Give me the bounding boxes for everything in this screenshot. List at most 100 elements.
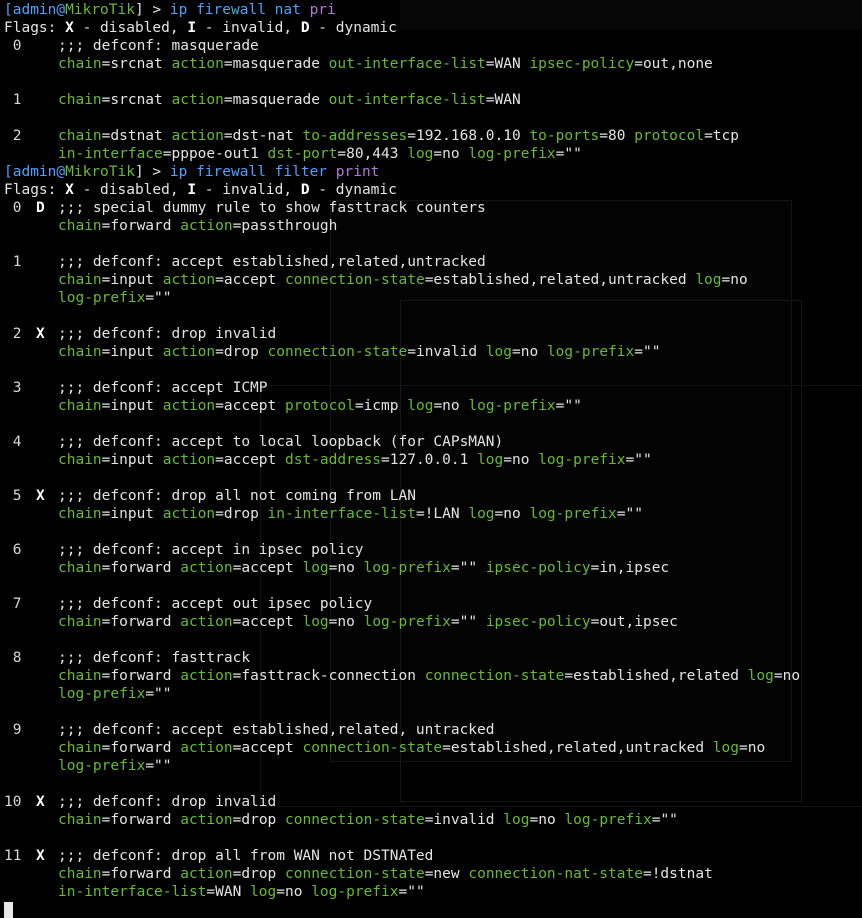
property-value: =accept bbox=[232, 740, 303, 756]
rule-text: chain=input action=accept dst-address=12… bbox=[58, 451, 652, 469]
property-key: in-interface-list bbox=[58, 884, 207, 900]
property-key: log bbox=[407, 146, 434, 162]
property-key: chain bbox=[58, 740, 102, 756]
property-value: ="" bbox=[555, 398, 582, 414]
flags-legend-d-text: - dynamic bbox=[309, 182, 397, 198]
property-value: =masquerade bbox=[223, 56, 329, 72]
property-key: out-interface-list bbox=[328, 56, 486, 72]
property-key: chain bbox=[58, 506, 102, 522]
property-value: =no bbox=[773, 668, 801, 684]
rule-comment: ;;; defconf: masquerade bbox=[58, 38, 259, 54]
rule-text: log-prefix="" bbox=[58, 757, 172, 775]
property-value: =192.168.0.10 bbox=[407, 128, 530, 144]
rule-flag: X bbox=[36, 848, 45, 864]
property-key: connection-nat-state bbox=[468, 866, 643, 882]
rule-text: chain=srcnat action=masquerade out-inter… bbox=[58, 55, 713, 73]
rule-text: chain=input action=accept protocol=icmp … bbox=[58, 397, 582, 415]
property-key: protocol bbox=[634, 128, 705, 144]
rule-text: chain=forward action=passthrough bbox=[58, 217, 337, 235]
rule-text: ;;; special dummy rule to show fasttrack… bbox=[58, 199, 486, 217]
property-value: =established,related,untracked bbox=[424, 272, 696, 288]
prompt-host: MikroTik bbox=[65, 164, 135, 180]
rule-number: 0 bbox=[4, 38, 22, 54]
property-value: =forward bbox=[101, 614, 181, 630]
property-key: connection-state bbox=[285, 812, 425, 828]
property-value: ="" bbox=[634, 344, 661, 360]
rule-text: ;;; defconf: accept established,related,… bbox=[58, 253, 486, 271]
flags-legend-prefix: Flags: bbox=[4, 20, 66, 36]
property-value: =srcnat bbox=[101, 92, 172, 108]
text-cursor bbox=[4, 902, 13, 918]
flags-legend-x-text: - disabled, bbox=[73, 20, 188, 36]
property-key: chain bbox=[58, 866, 102, 882]
rule-number: 4 bbox=[4, 434, 22, 450]
rule-comment: ;;; defconf: accept established,related,… bbox=[58, 254, 486, 270]
property-key: ipsec-policy bbox=[529, 56, 635, 72]
flags-legend-prefix: Flags: bbox=[4, 182, 66, 198]
rule-number: 3 bbox=[4, 380, 22, 396]
prompt-bracket: [ bbox=[4, 164, 13, 180]
property-key: log bbox=[485, 344, 513, 360]
terminal[interactable]: [admin@MikroTik] > ip firewall nat pri Fl… bbox=[0, 0, 862, 918]
rule-text: ;;; defconf: accept ICMP bbox=[58, 379, 268, 397]
rule-number: 2 bbox=[4, 326, 22, 342]
rule-number: 11 bbox=[4, 848, 22, 864]
property-value: =!dstnat bbox=[642, 866, 713, 882]
rule-text: chain=forward action=accept log=no log-p… bbox=[58, 613, 678, 631]
command-argument: pri bbox=[309, 2, 336, 18]
rule-flag: X bbox=[36, 326, 45, 342]
property-value: ="" bbox=[145, 686, 172, 702]
property-value: ="" bbox=[450, 614, 486, 630]
rule-number: 10 bbox=[4, 794, 22, 810]
rule-comment: ;;; defconf: drop all not coming from LA… bbox=[58, 488, 416, 504]
property-key: action bbox=[180, 812, 233, 828]
property-key: action bbox=[162, 344, 216, 360]
prompt-at: @ bbox=[56, 2, 66, 18]
property-value: =passthrough bbox=[232, 218, 338, 234]
property-value: =no bbox=[512, 344, 547, 360]
property-value: ="" bbox=[398, 884, 425, 900]
property-key: action bbox=[171, 128, 224, 144]
property-key: connection-state bbox=[424, 668, 565, 684]
rule-number: 1 bbox=[4, 254, 22, 270]
property-value: =tcp bbox=[704, 128, 739, 144]
prompt-tail: ] > bbox=[134, 2, 170, 18]
prompt-host: MikroTik bbox=[65, 2, 135, 18]
property-value: =drop bbox=[232, 812, 286, 828]
property-value: =no bbox=[433, 146, 469, 162]
command-text: ip firewall filter bbox=[169, 164, 336, 180]
command-text: ip firewall nat bbox=[169, 2, 310, 18]
property-value: =input bbox=[101, 452, 163, 468]
rule-flag: X bbox=[36, 794, 45, 810]
property-value: =forward bbox=[101, 866, 181, 882]
rule-text: chain=forward action=drop connection-sta… bbox=[58, 865, 713, 883]
property-key: chain bbox=[58, 56, 102, 72]
property-key: dst-port bbox=[267, 146, 338, 162]
property-value: =accept bbox=[215, 398, 285, 414]
property-key: log-prefix bbox=[58, 290, 146, 306]
property-key: action bbox=[162, 272, 216, 288]
property-value: =accept bbox=[215, 272, 285, 288]
property-value: =new bbox=[424, 866, 469, 882]
property-key: log-prefix bbox=[468, 398, 556, 414]
rule-text: ;;; defconf: accept out ipsec policy bbox=[58, 595, 372, 613]
property-key: ipsec-policy bbox=[485, 614, 591, 630]
property-value: =accept bbox=[215, 452, 285, 468]
rule-text: chain=input action=drop in-interface-lis… bbox=[58, 505, 643, 523]
rule-comment: ;;; special dummy rule to show fasttrack… bbox=[58, 200, 486, 216]
property-key: chain bbox=[58, 560, 102, 576]
property-key: log bbox=[712, 740, 739, 756]
property-value: =WAN bbox=[485, 92, 521, 108]
property-value: =!LAN bbox=[415, 506, 469, 522]
rule-comment: ;;; defconf: accept ICMP bbox=[58, 380, 268, 396]
property-key: chain bbox=[58, 344, 102, 360]
rule-text: chain=forward action=accept connection-s… bbox=[58, 739, 765, 757]
property-key: log bbox=[468, 506, 495, 522]
rule-text: ;;; defconf: accept in ipsec policy bbox=[58, 541, 364, 559]
property-value: =no bbox=[721, 272, 748, 288]
rule-comment: ;;; defconf: accept to local loopback (f… bbox=[58, 434, 504, 450]
property-value: ="" bbox=[145, 758, 172, 774]
property-key: protocol bbox=[285, 398, 355, 414]
property-value: =established,related bbox=[564, 668, 748, 684]
rule-comment: ;;; defconf: accept in ipsec policy bbox=[58, 542, 364, 558]
